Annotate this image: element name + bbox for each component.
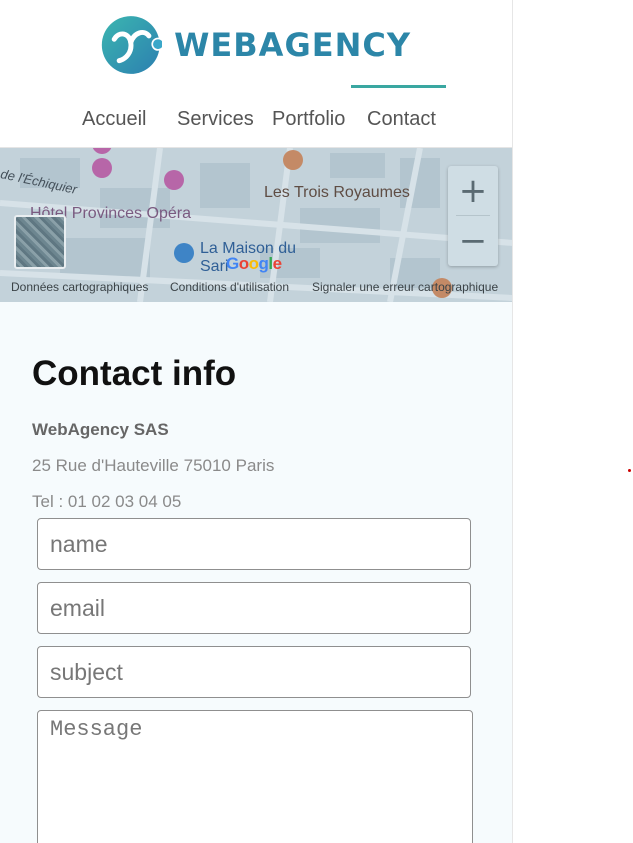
subject-input[interactable] bbox=[37, 646, 471, 698]
nav-item-services[interactable]: Services bbox=[177, 108, 254, 131]
contact-section: Contact info WebAgency SAS 25 Rue d'Haut… bbox=[0, 302, 512, 843]
map-zoom-control: + − bbox=[448, 166, 498, 266]
nav-item-contact[interactable]: Contact bbox=[367, 108, 436, 131]
brand-name: WEBAGENCY bbox=[174, 26, 411, 64]
logo-mark-icon bbox=[101, 16, 163, 74]
map-terms-link[interactable]: Conditions d'utilisation bbox=[170, 280, 289, 294]
map-footer: Données cartographiques Conditions d'uti… bbox=[0, 278, 512, 300]
email-input[interactable] bbox=[37, 582, 471, 634]
satellite-view-toggle[interactable] bbox=[14, 215, 66, 269]
message-textarea[interactable] bbox=[37, 710, 473, 843]
site-header: WEBAGENCY Accueil Services Portfolio Con… bbox=[0, 0, 512, 148]
map-data-link[interactable]: Données cartographiques bbox=[11, 280, 148, 294]
page: WEBAGENCY Accueil Services Portfolio Con… bbox=[0, 0, 513, 843]
company-address: 25 Rue d'Hauteville 75010 Paris bbox=[32, 456, 275, 475]
google-logo: Google bbox=[226, 254, 282, 273]
nav-item-portfolio[interactable]: Portfolio bbox=[272, 108, 345, 131]
active-nav-indicator bbox=[351, 85, 446, 88]
map-place-restaurant: Les Trois Royaumes bbox=[264, 184, 410, 201]
stray-dot bbox=[628, 469, 631, 472]
company-name: WebAgency SAS bbox=[32, 420, 169, 439]
company-phone: Tel : 01 02 03 04 05 bbox=[32, 492, 182, 511]
map-place-shop-line2: Sari bbox=[200, 258, 229, 275]
zoom-in-button[interactable]: + bbox=[448, 166, 498, 216]
main-nav: Accueil Services Portfolio Contact bbox=[0, 108, 512, 136]
nav-item-accueil[interactable]: Accueil bbox=[82, 108, 146, 131]
contact-title: Contact info bbox=[32, 354, 237, 393]
map-report-link[interactable]: Signaler une erreur cartographique bbox=[312, 280, 498, 294]
brand-logo[interactable]: WEBAGENCY bbox=[101, 8, 411, 82]
zoom-out-button[interactable]: − bbox=[448, 216, 498, 266]
name-input[interactable] bbox=[37, 518, 471, 570]
